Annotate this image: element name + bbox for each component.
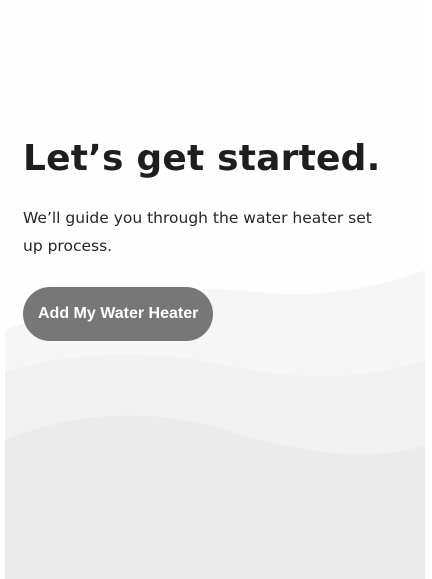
page-title: Let’s get started. [23, 138, 381, 179]
onboarding-content: Let’s get started. We’ll guide you throu… [23, 138, 413, 341]
onboarding-screen: Let’s get started. We’ll guide you throu… [5, 0, 425, 579]
page-subtitle: We’ll guide you through the water heater… [23, 209, 372, 255]
add-water-heater-button[interactable]: Add My Water Heater [23, 287, 214, 341]
